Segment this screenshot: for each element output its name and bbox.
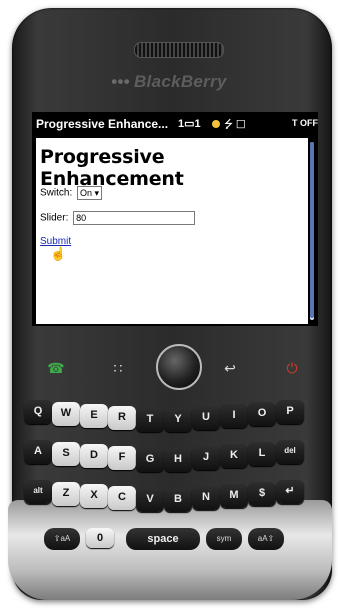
key-a[interactable]: A (24, 440, 52, 464)
slider-label: Slider: (40, 212, 69, 224)
key-m[interactable]: M (220, 484, 248, 508)
key-t[interactable]: T (136, 408, 164, 432)
key-d[interactable]: D (80, 444, 108, 468)
phone-bottom-trim (8, 500, 332, 600)
slider-row: Slider: 80 (40, 211, 196, 225)
back-button[interactable]: ↩ (210, 356, 250, 380)
key-j[interactable]: J (192, 446, 220, 470)
switch-row: Switch: On ▾ (40, 186, 103, 200)
key-i[interactable]: I (220, 404, 248, 428)
key-h[interactable]: H (164, 448, 192, 472)
page-title: Progressive Enhancement (40, 146, 184, 190)
battery-dot-icon (212, 120, 220, 128)
key-r[interactable]: R (108, 406, 136, 430)
switch-select[interactable]: On ▾ (77, 186, 103, 200)
key-v[interactable]: V (136, 488, 164, 512)
key-w[interactable]: W (52, 402, 80, 426)
earpiece-speaker (134, 42, 224, 58)
key-dollar[interactable]: $ (248, 482, 276, 506)
slider-input[interactable]: 80 (73, 211, 196, 225)
key-del[interactable]: del (276, 440, 304, 464)
key-x[interactable]: X (80, 484, 108, 508)
status-icons: ⭍ ☐ (224, 119, 246, 131)
switch-select-value: On (80, 188, 93, 198)
key-z[interactable]: Z (52, 482, 80, 506)
brand-logo: ••• BlackBerry (111, 72, 227, 91)
key-y[interactable]: Y (164, 408, 192, 432)
end-call-button[interactable]: ⏻ (272, 356, 312, 380)
key-l[interactable]: L (248, 442, 276, 466)
key-c[interactable]: C (108, 486, 136, 510)
key-e[interactable]: E (80, 404, 108, 428)
browser-title: Progressive Enhance... (36, 117, 169, 131)
key-s[interactable]: S (52, 442, 80, 466)
key-n[interactable]: N (192, 486, 220, 510)
key-zero[interactable]: 0 (86, 528, 114, 548)
key-q[interactable]: Q (24, 400, 52, 424)
key-o[interactable]: O (248, 402, 276, 426)
status-bar: Progressive Enhance... 1▭1 ⭍ ☐ T OFF (32, 112, 318, 136)
scrollbar[interactable] (310, 142, 314, 320)
call-button[interactable]: ☎ (36, 356, 76, 380)
key-space[interactable]: space (126, 528, 200, 550)
device-screen: Progressive Enhance... 1▭1 ⭍ ☐ T OFF Pro… (32, 112, 318, 326)
key-b[interactable]: B (164, 488, 192, 512)
key-enter[interactable]: ↵ (276, 480, 304, 504)
key-sym[interactable]: sym (206, 528, 242, 550)
key-u[interactable]: U (192, 406, 220, 430)
key-g[interactable]: G (136, 448, 164, 472)
menu-button[interactable]: ∷ (98, 356, 138, 380)
key-alt[interactable]: alt (24, 480, 52, 504)
hand-cursor-icon: ☝ (50, 246, 67, 261)
key-p[interactable]: P (276, 400, 304, 424)
signal-indicator: 1▭1 (178, 118, 201, 130)
trackball[interactable] (156, 344, 202, 390)
scrollbar-thumb[interactable] (310, 142, 314, 318)
key-shift-right[interactable]: aA⇧ (248, 528, 284, 550)
wifi-off-indicator: T OFF (292, 118, 318, 128)
key-f[interactable]: F (108, 446, 136, 470)
switch-label: Switch: (40, 187, 73, 199)
web-page: Progressive Enhancement Switch: On ▾ Sli… (36, 138, 308, 324)
key-shift-left[interactable]: ⇧aA (44, 528, 80, 550)
navigation-row: ☎ ∷ ↩ ⏻ (34, 340, 316, 396)
key-k[interactable]: K (220, 444, 248, 468)
chevron-down-icon: ▾ (94, 188, 100, 198)
